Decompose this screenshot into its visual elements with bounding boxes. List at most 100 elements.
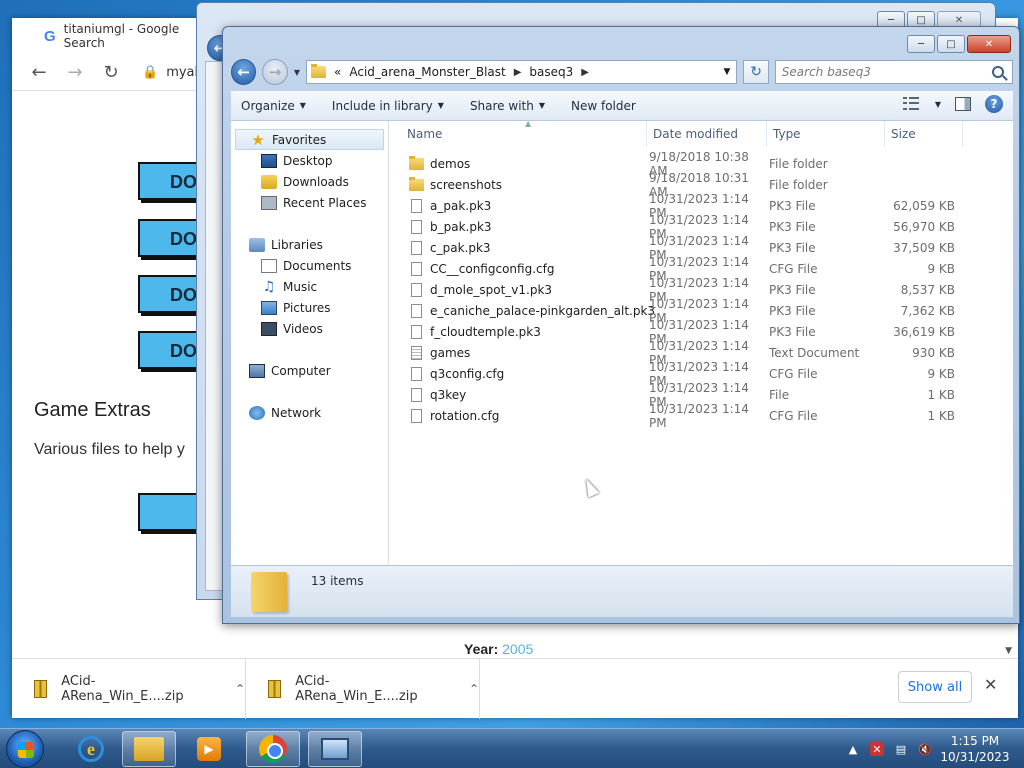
address-bar[interactable]: « Acid_arena_Monster_Blast ▶ baseq3 ▶ ▼ xyxy=(306,60,738,84)
file-type: CFG File xyxy=(769,408,818,423)
minimize-icon[interactable]: ─ xyxy=(907,35,935,53)
include-in-library-button[interactable]: Include in library ▼ xyxy=(332,99,444,113)
show-hidden-icons-icon[interactable]: ▲ xyxy=(846,742,860,756)
nav-item-network[interactable]: Network xyxy=(231,402,388,423)
folder-icon xyxy=(311,64,326,78)
file-icon xyxy=(411,366,422,381)
file-date: 10/31/2023 1:14 PM xyxy=(649,401,749,430)
taskbar-remote-desktop[interactable] xyxy=(308,731,362,767)
download-shelf: ACid-ARena_Win_E....zip ⌃ ACid-ARena_Win… xyxy=(12,658,1018,719)
view-list-icon[interactable] xyxy=(902,97,921,111)
action-center-flag-icon[interactable]: ✕ xyxy=(870,742,884,756)
search-box[interactable] xyxy=(774,60,1014,84)
address-row: ← → ▼ « Acid_arena_Monster_Blast ▶ baseq… xyxy=(231,57,1014,87)
volume-muted-icon[interactable]: 🔇 xyxy=(918,742,932,756)
clock-time: 1:15 PM xyxy=(950,734,1000,748)
lock-icon: 🔒 xyxy=(142,64,159,80)
forward-arrow-icon[interactable]: → xyxy=(262,59,288,85)
nav-item-computer[interactable]: Computer xyxy=(231,360,388,381)
nav-label: Recent Places xyxy=(283,195,367,210)
file-type: PK3 File xyxy=(769,324,816,339)
chevron-right-icon[interactable]: ▶ xyxy=(581,67,589,78)
close-icon[interactable]: ✕ xyxy=(984,675,997,694)
nav-item-documents[interactable]: Documents xyxy=(231,255,388,276)
nav-label: Network xyxy=(271,405,322,420)
column-header-type[interactable]: Type xyxy=(767,121,885,147)
scroll-down-arrow-icon[interactable]: ▼ xyxy=(1005,646,1012,656)
chevron-up-icon[interactable]: ⌃ xyxy=(469,682,479,696)
file-size: 56,970 KB xyxy=(893,219,955,234)
clock[interactable]: 1:15 PM 10/31/2023 xyxy=(940,733,1010,765)
nav-item-libraries[interactable]: Libraries xyxy=(231,234,388,255)
file-name-cell: b_pak.pk3 xyxy=(389,219,647,234)
file-row[interactable]: rotation.cfg 10/31/2023 1:14 PM CFG File 1 … xyxy=(389,402,1013,430)
nav-item-recent-places[interactable]: Recent Places xyxy=(231,192,388,213)
file-icon xyxy=(411,240,422,255)
file-name: q3config.cfg xyxy=(430,366,505,381)
chevron-down-icon[interactable]: ▼ xyxy=(935,100,941,109)
chevron-down-icon[interactable]: ▼ xyxy=(723,67,736,77)
nav-item-pictures[interactable]: Pictures xyxy=(231,297,388,318)
search-input[interactable] xyxy=(781,65,993,79)
back-arrow-icon[interactable]: ← xyxy=(28,61,50,83)
file-type: PK3 File xyxy=(769,219,816,234)
taskbar-chrome[interactable] xyxy=(246,731,300,767)
network-icon xyxy=(249,405,265,420)
clock-date: 10/31/2023 xyxy=(940,750,1010,764)
maximize-icon[interactable]: □ xyxy=(937,35,965,53)
file-size: 1 KB xyxy=(927,408,955,423)
column-header-size[interactable]: Size xyxy=(885,121,963,147)
show-all-button[interactable]: Show all xyxy=(898,671,972,703)
file-size: 7,362 KB xyxy=(900,303,955,318)
file-size: 930 KB xyxy=(912,345,955,360)
taskbar-media-player[interactable]: ▶ xyxy=(182,731,236,767)
nav-label: Libraries xyxy=(271,237,323,252)
share-with-button[interactable]: Share with ▼ xyxy=(470,99,545,113)
download-item-2[interactable]: ACid-ARena_Win_E....zip ⌃ xyxy=(246,658,480,719)
start-button[interactable] xyxy=(6,730,44,768)
breadcrumb-item[interactable]: Acid_arena_Monster_Blast xyxy=(349,65,505,79)
search-icon[interactable] xyxy=(992,66,1005,78)
preview-pane-icon[interactable] xyxy=(955,97,971,111)
download-item-1[interactable]: ACid-ARena_Win_E....zip ⌃ xyxy=(12,658,246,719)
chevron-down-icon: ▼ xyxy=(437,101,444,110)
file-name-cell: CC__configconfig.cfg xyxy=(389,261,647,276)
chevron-up-icon[interactable]: ⌃ xyxy=(235,682,245,696)
forward-arrow-icon[interactable]: → xyxy=(64,61,86,83)
new-folder-label: New folder xyxy=(571,98,636,113)
organize-button[interactable]: Organize ▼ xyxy=(241,99,306,113)
breadcrumb-item-current[interactable]: baseq3 xyxy=(529,65,573,79)
nav-item-desktop[interactable]: Desktop xyxy=(231,150,388,171)
column-headers: ▲ Name Date modified Type Size xyxy=(389,119,1013,147)
nav-label: Music xyxy=(283,279,318,294)
file-name-cell: screenshots xyxy=(389,176,647,192)
file-name: d_mole_spot_v1.pk3 xyxy=(430,282,553,297)
column-header-date-modified[interactable]: Date modified xyxy=(647,121,767,147)
nav-item-downloads[interactable]: Downloads xyxy=(231,171,388,192)
nav-item-videos[interactable]: Videos xyxy=(231,318,388,339)
file-icon xyxy=(411,261,422,276)
reload-icon[interactable]: ↻ xyxy=(100,61,122,83)
include-in-library-label: Include in library xyxy=(331,98,433,113)
network-status-icon[interactable]: ▤ xyxy=(894,742,908,756)
file-name-cell: e_caniche_palace-pinkgarden_alt.pk3 xyxy=(389,303,655,318)
nav-item-favorites[interactable]: ★ Favorites xyxy=(235,129,384,150)
new-folder-button[interactable]: New folder xyxy=(571,99,636,113)
refresh-icon[interactable]: ↻ xyxy=(743,60,769,84)
taskbar-internet-explorer[interactable]: e xyxy=(64,731,118,767)
chevron-right-icon[interactable]: ▶ xyxy=(514,67,522,78)
file-name-cell: d_mole_spot_v1.pk3 xyxy=(389,282,647,297)
close-icon[interactable]: ✕ xyxy=(967,35,1011,53)
breadcrumb-overflow[interactable]: « xyxy=(334,65,341,79)
column-header-name[interactable]: Name xyxy=(389,121,647,147)
recent-pages-dropdown-icon[interactable]: ▼ xyxy=(294,68,300,77)
videos-icon xyxy=(261,321,277,336)
nav-item-music[interactable]: ♫ Music xyxy=(231,276,388,297)
file-name: f_cloudtemple.pk3 xyxy=(430,324,541,339)
help-icon[interactable]: ? xyxy=(985,95,1003,113)
file-type: PK3 File xyxy=(769,198,816,213)
download-filename: ACid-ARena_Win_E....zip xyxy=(295,673,418,704)
back-arrow-icon[interactable]: ← xyxy=(231,59,257,85)
taskbar-windows-explorer[interactable] xyxy=(122,731,176,767)
